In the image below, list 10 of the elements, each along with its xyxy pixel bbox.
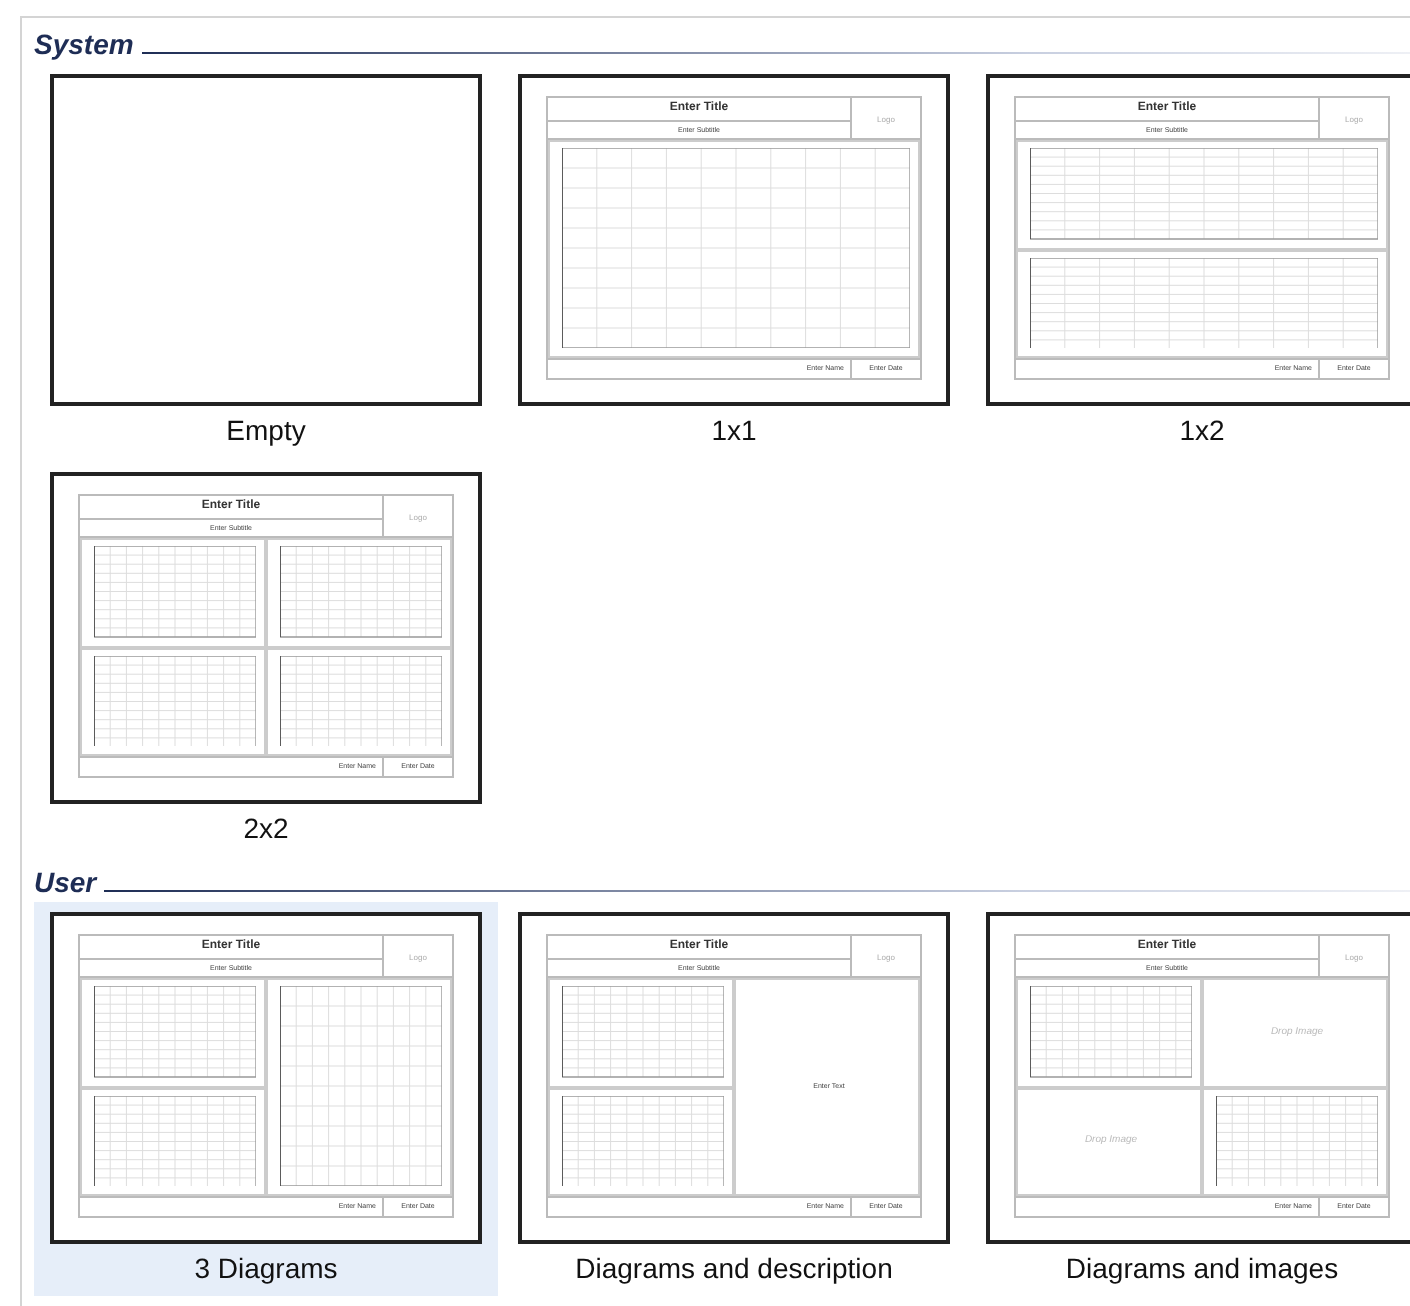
template-name: Diagrams and images [1065, 1252, 1339, 1286]
template-name: 1x2 [1179, 414, 1225, 448]
template-name: 3 Diagrams [194, 1252, 338, 1286]
template-tile[interactable]: Empty [34, 64, 498, 458]
template-name: Empty [226, 414, 306, 448]
template-name: 1x1 [711, 414, 757, 448]
section-title: User [34, 864, 97, 900]
template-name: Diagrams and description [575, 1252, 893, 1286]
template-name: 2x2 [243, 812, 289, 846]
section-title: System [34, 26, 134, 62]
